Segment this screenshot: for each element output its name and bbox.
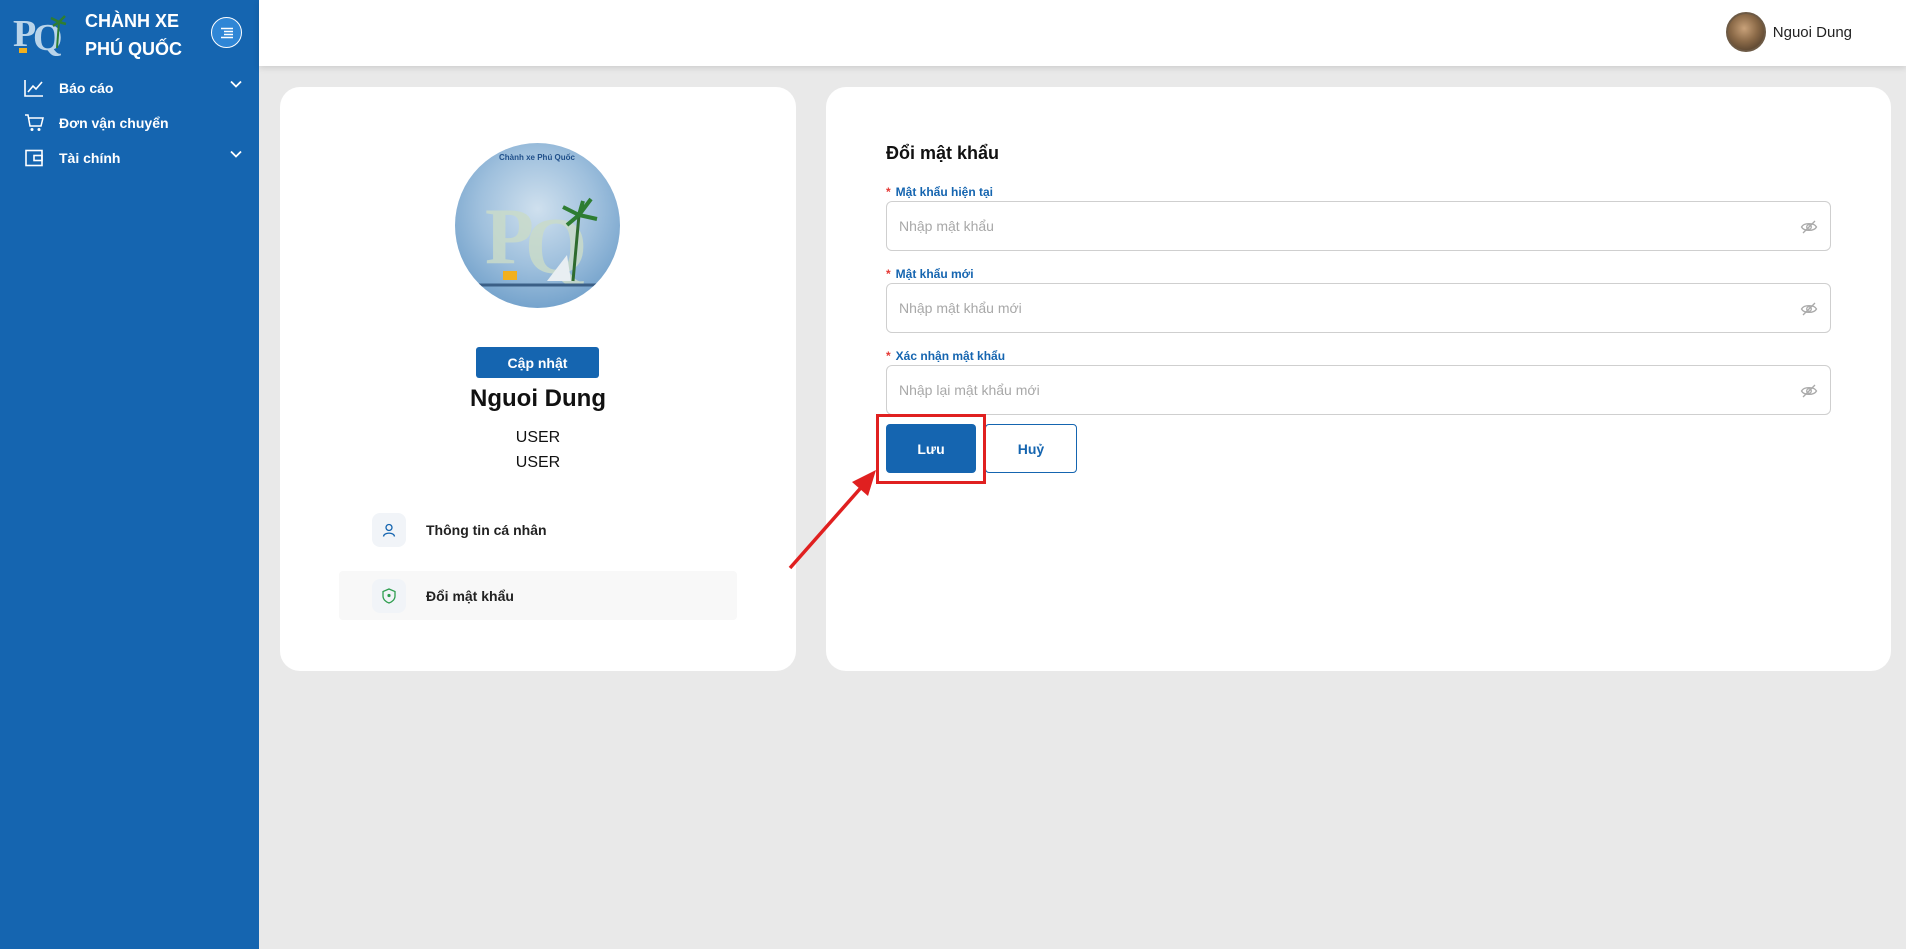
- profile-role: USER: [515, 429, 561, 446]
- required-mark: *: [886, 267, 891, 281]
- confirm-password-label: * Xác nhận mật khẩu: [886, 349, 1005, 363]
- confirm-password-label-text: Xác nhận mật khẩu: [895, 349, 1006, 363]
- profile-logo-caption: Chành xe Phú Quốc: [499, 153, 576, 162]
- header-user-name[interactable]: Nguoi Dung: [1773, 24, 1852, 41]
- wallet-icon: [24, 148, 44, 168]
- pq-logo-icon[interactable]: P Q: [13, 8, 67, 56]
- required-mark: *: [886, 349, 891, 363]
- profile-name: Nguoi Dung: [470, 385, 606, 412]
- sidebar-nav: Báo cáo Đơn vận chuyển Tài chính: [0, 70, 259, 175]
- change-password-card: Đổi mật khẩu * Mật khẩu hiện tại * Mật khẩ…: [826, 87, 1891, 671]
- current-password-field: [886, 201, 1831, 251]
- brand-line-2: PHÚ QUỐC: [85, 39, 183, 59]
- menu-item-label: Thông tin cá nhân: [426, 521, 547, 538]
- confirm-password-input[interactable]: [887, 366, 1787, 414]
- eye-invisible-icon[interactable]: [1800, 300, 1818, 318]
- new-password-label-text: Mật khẩu mới: [895, 267, 974, 281]
- cancel-button[interactable]: Huỷ: [985, 424, 1077, 473]
- line-chart-icon: [24, 78, 44, 98]
- current-password-label: * Mật khẩu hiện tại: [886, 185, 993, 199]
- sidebar-item-label: Tài chính: [59, 149, 121, 166]
- shield-icon: [372, 578, 406, 613]
- sidebar-item-label: Báo cáo: [59, 79, 114, 96]
- chevron-down-icon: [230, 80, 242, 88]
- current-password-label-text: Mật khẩu hiện tại: [895, 185, 994, 199]
- eye-invisible-icon[interactable]: [1800, 218, 1818, 236]
- brand: P Q CHÀNH XE PHÚ QUỐC: [0, 0, 259, 66]
- new-password-field: [886, 283, 1831, 333]
- sidebar-toggle-button[interactable]: [211, 17, 242, 48]
- sidebar-item-bao-cao[interactable]: Báo cáo: [0, 70, 259, 105]
- menu-item-label: Đổi mật khẩu: [426, 587, 514, 604]
- profile-role: USER: [515, 454, 561, 471]
- menu-item-change-password[interactable]: Đổi mật khẩu: [339, 571, 737, 620]
- save-button[interactable]: Lưu: [886, 424, 976, 473]
- brand-line-1: CHÀNH XE: [85, 11, 180, 31]
- profile-card: Chành xe Phú Quốc P Q Cập nhật Nguoi Dun…: [280, 87, 796, 671]
- form-title: Đổi mật khẩu: [886, 143, 1000, 163]
- sidebar-item-tai-chinh[interactable]: Tài chính: [0, 140, 259, 175]
- shopping-cart-icon: [24, 113, 44, 133]
- profile-logo-art: Chành xe Phú Quốc P Q: [477, 153, 598, 291]
- top-bar: Nguoi Dung: [259, 0, 1906, 66]
- required-mark: *: [886, 185, 891, 199]
- update-profile-button[interactable]: Cập nhật: [476, 347, 599, 378]
- eye-invisible-icon[interactable]: [1800, 382, 1818, 400]
- profile-logo-image: Chành xe Phú Quốc P Q: [455, 143, 620, 308]
- sidebar-item-label: Đơn vận chuyển: [59, 114, 169, 131]
- sidebar-item-don-van-chuyen[interactable]: Đơn vận chuyển: [0, 105, 259, 140]
- user-avatar[interactable]: [1726, 12, 1766, 52]
- new-password-label: * Mật khẩu mới: [886, 267, 974, 281]
- brand-name: CHÀNH XE PHÚ QUỐC: [85, 7, 182, 63]
- menu-fold-icon: [220, 27, 233, 38]
- current-password-input[interactable]: [887, 202, 1787, 250]
- new-password-input[interactable]: [887, 284, 1787, 332]
- confirm-password-field: [886, 365, 1831, 415]
- sidebar: P Q CHÀNH XE PHÚ QUỐC Báo cáo Đơn vận ch…: [0, 0, 259, 949]
- user-icon: [372, 512, 406, 547]
- chevron-down-icon: [230, 150, 242, 158]
- menu-item-personal-info[interactable]: Thông tin cá nhân: [339, 505, 737, 554]
